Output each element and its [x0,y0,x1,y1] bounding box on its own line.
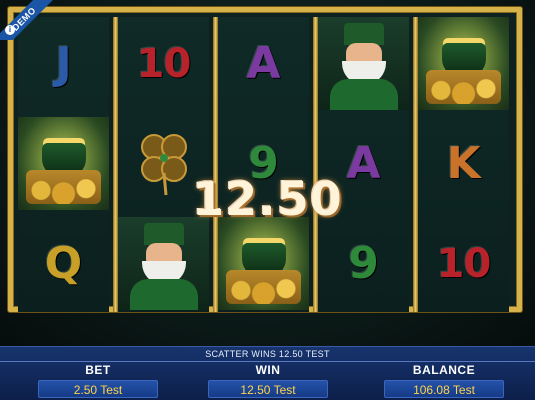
win-label: WIN [255,363,281,377]
status-divider [0,361,535,362]
win-panel: WIN 12.50 Test [208,363,328,398]
game-stage: J Q 10 A 9 A 9 K 10 12.50 DEMO i [0,0,535,346]
symbol-letter: Q [44,238,83,289]
balance-value: 106.08 Test [384,380,504,398]
reel-frame: J Q 10 A 9 A 9 K 10 [8,7,522,312]
demo-badge: DEMO i [0,0,60,40]
balance-label: BALANCE [412,363,476,377]
status-bar: SCATTER WINS 12.50 TEST BET 2.50 Test WI… [0,346,535,400]
reel-1: JQ [18,17,109,312]
symbol-q: Q [18,217,109,310]
leprechaun-icon [318,17,409,110]
symbol-letter: 10 [436,240,492,287]
info-icon[interactable]: i [5,25,15,35]
reel-3: A9 [218,17,309,312]
symbol-letter: A [246,38,281,89]
bet-label: BET [85,363,111,377]
pot-of-gold-icon [218,217,309,310]
status-message: SCATTER WINS 12.50 TEST [205,349,330,359]
symbol-10: 10 [418,217,509,310]
symbol-letter: J [55,38,72,89]
balance-panel: BALANCE 106.08 Test [384,363,504,398]
reel-2: 10 [118,17,209,312]
reel-5: K 10 [418,17,509,312]
win-value: 12.50 Test [208,380,328,398]
symbol-10: 10 [118,17,209,110]
symbol-9: 9 [318,217,409,310]
win-amount-display: 12.50 [192,172,343,226]
bet-value[interactable]: 2.50 Test [38,380,158,398]
leprechaun-icon [118,217,209,310]
bet-panel[interactable]: BET 2.50 Test [38,363,158,398]
reel-4: A9 [318,17,409,312]
symbol-letter: 10 [136,40,192,87]
symbol-a: A [218,17,309,110]
pot-of-gold-icon [418,17,509,110]
symbol-letter: 9 [348,238,379,289]
